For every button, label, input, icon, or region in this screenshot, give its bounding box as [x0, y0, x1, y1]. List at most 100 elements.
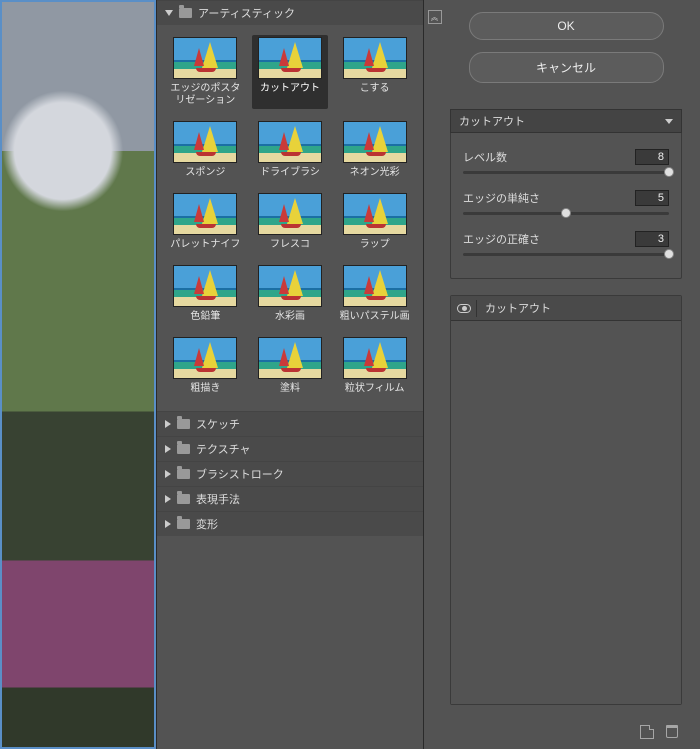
- filter-item[interactable]: 粒状フィルム: [336, 335, 413, 397]
- folder-icon: [177, 469, 190, 479]
- filter-label: 水彩画: [275, 311, 305, 323]
- param-label: エッジの正確さ: [463, 231, 540, 247]
- filter-label: 塗料: [280, 383, 300, 395]
- param-levels-slider[interactable]: [463, 171, 669, 174]
- filter-label: カットアウト: [260, 83, 320, 95]
- delete-effect-layer-button[interactable]: [666, 725, 678, 738]
- category-header-brushstrokes[interactable]: ブラシストローク: [157, 462, 423, 486]
- effect-dropdown[interactable]: カットアウト: [450, 109, 682, 133]
- filter-thumbnail: [173, 37, 237, 79]
- folder-icon: [177, 419, 190, 429]
- category-label: スケッチ: [196, 416, 240, 432]
- param-simplicity-input[interactable]: [635, 190, 669, 206]
- category-label: テクスチャ: [196, 441, 251, 457]
- filter-label: パレットナイフ: [170, 239, 240, 251]
- slider-knob[interactable]: [664, 249, 674, 259]
- filter-item[interactable]: フレスコ: [252, 191, 329, 253]
- filter-label: 粗いパステル画: [340, 311, 410, 323]
- filter-thumbnail: [343, 121, 407, 163]
- filter-item[interactable]: こする: [336, 35, 413, 109]
- chevron-down-icon: [165, 10, 173, 16]
- filter-label: 粗描き: [190, 383, 220, 395]
- filter-item[interactable]: 粗描き: [167, 335, 244, 397]
- filter-item[interactable]: カットアウト: [252, 35, 329, 109]
- filter-item[interactable]: 粗いパステル画: [336, 263, 413, 325]
- new-effect-layer-button[interactable]: [640, 725, 654, 739]
- chevron-right-icon: [165, 445, 171, 453]
- filter-label: ネオン光彩: [350, 167, 400, 179]
- eye-icon: [457, 304, 471, 313]
- filter-gallery: アーティスティック エッジのポスタリゼーション カットアウト こするスポンジ ドライブ…: [156, 0, 424, 749]
- folder-icon: [177, 519, 190, 529]
- param-fidelity-slider[interactable]: [463, 253, 669, 256]
- param-fidelity-input[interactable]: [635, 231, 669, 247]
- filter-thumbnail: [343, 193, 407, 235]
- collapse-panel-button[interactable]: ︽: [428, 10, 442, 24]
- slider-knob[interactable]: [561, 208, 571, 218]
- filter-item[interactable]: 塗料: [252, 335, 329, 397]
- filter-thumbnail: [343, 265, 407, 307]
- category-header-artistic[interactable]: アーティスティック: [157, 1, 423, 25]
- cancel-button[interactable]: キャンセル: [469, 52, 664, 83]
- filter-label: 色鉛筆: [190, 311, 220, 323]
- category-label: ブラシストローク: [196, 466, 284, 482]
- category-label: 変形: [196, 516, 218, 532]
- filter-thumbnail: [173, 265, 237, 307]
- filter-thumbnail: [173, 193, 237, 235]
- layers-footer: [450, 725, 682, 739]
- slider-knob[interactable]: [664, 167, 674, 177]
- category-header-stylize[interactable]: 表現手法: [157, 487, 423, 511]
- filter-item[interactable]: ネオン光彩: [336, 119, 413, 181]
- filter-item[interactable]: 水彩画: [252, 263, 329, 325]
- filter-label: 粒状フィルム: [345, 383, 405, 395]
- param-fidelity: エッジの正確さ: [451, 225, 681, 256]
- folder-icon: [177, 444, 190, 454]
- chevron-right-icon: [165, 495, 171, 503]
- filter-thumbnail: [258, 337, 322, 379]
- category-header-texture[interactable]: テクスチャ: [157, 437, 423, 461]
- category-header-sketch[interactable]: スケッチ: [157, 412, 423, 436]
- filter-item[interactable]: パレットナイフ: [167, 191, 244, 253]
- param-simplicity: エッジの単純さ: [451, 184, 681, 215]
- filter-thumbnail: [258, 265, 322, 307]
- filter-item[interactable]: エッジのポスタリゼーション: [167, 35, 244, 109]
- chevron-right-icon: [165, 470, 171, 478]
- chevron-right-icon: [165, 420, 171, 428]
- category-label: アーティスティック: [198, 5, 295, 21]
- filter-thumbnail: [343, 37, 407, 79]
- folder-icon: [177, 494, 190, 504]
- effect-layer-name: カットアウト: [477, 296, 681, 320]
- filter-settings-panel: カットアウト レベル数 エッジの単純さ: [450, 109, 682, 279]
- filter-label: こする: [360, 83, 390, 95]
- preview-pane[interactable]: [0, 0, 156, 749]
- visibility-toggle[interactable]: [451, 300, 477, 317]
- filter-thumbnail: [173, 337, 237, 379]
- effect-layer-row[interactable]: カットアウト: [451, 296, 681, 321]
- category-artistic: アーティスティック エッジのポスタリゼーション カットアウト こするスポンジ ドライブ…: [157, 0, 423, 411]
- effect-dropdown-label: カットアウト: [459, 113, 525, 129]
- filter-thumbnail: [173, 121, 237, 163]
- chevron-right-icon: [165, 520, 171, 528]
- param-simplicity-slider[interactable]: [463, 212, 669, 215]
- effect-layers-panel: カットアウト: [450, 295, 682, 705]
- folder-icon: [179, 8, 192, 18]
- category-header-distort[interactable]: 変形: [157, 512, 423, 536]
- chevron-down-icon: [665, 119, 673, 124]
- filter-thumbnail: [258, 37, 322, 79]
- double-chevron-up-icon: ︽: [431, 13, 438, 22]
- ok-button[interactable]: OK: [469, 12, 664, 40]
- artistic-filter-grid: エッジのポスタリゼーション カットアウト こするスポンジ ドライブラシネオン光彩パレッ…: [157, 25, 423, 411]
- param-label: レベル数: [463, 149, 507, 165]
- filter-thumbnail: [258, 193, 322, 235]
- param-label: エッジの単純さ: [463, 190, 540, 206]
- filter-item[interactable]: 色鉛筆: [167, 263, 244, 325]
- filter-item[interactable]: ドライブラシ: [252, 119, 329, 181]
- filter-item[interactable]: スポンジ: [167, 119, 244, 181]
- filter-item[interactable]: ラップ: [336, 191, 413, 253]
- filter-label: エッジのポスタリゼーション: [169, 83, 242, 107]
- filter-thumbnail: [343, 337, 407, 379]
- param-levels-input[interactable]: [635, 149, 669, 165]
- filter-label: スポンジ: [185, 167, 225, 179]
- filter-label: フレスコ: [270, 239, 310, 251]
- preview-image: [2, 2, 154, 747]
